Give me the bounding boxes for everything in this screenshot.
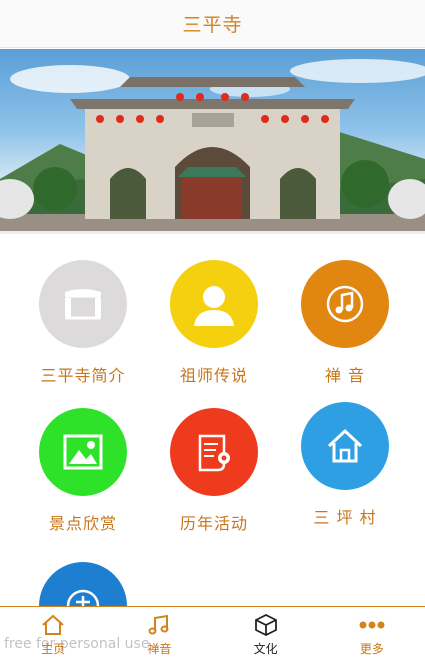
- storefront-icon: [65, 289, 101, 320]
- menu-item-zen-music[interactable]: 禅 音: [285, 260, 405, 386]
- menu-circle[interactable]: [170, 408, 258, 496]
- tab-label: 主页: [41, 642, 66, 656]
- music-note-icon: [326, 285, 364, 323]
- menu-label: 景点欣赏: [48, 514, 117, 533]
- cube-icon: [254, 613, 277, 637]
- home-outline-icon: [42, 614, 64, 635]
- picture-icon: [63, 434, 103, 470]
- menu-item-poem[interactable]: [23, 562, 143, 606]
- menu-circle[interactable]: [39, 408, 127, 496]
- temple-gate-illustration: [0, 59, 425, 231]
- menu-circle[interactable]: [170, 260, 258, 348]
- home-icon: [327, 428, 363, 463]
- menu-grid: 三平寺简介 祖师传说 禅 音 景点欣赏 历年活动 三 坪 村: [0, 234, 425, 606]
- tab-culture[interactable]: 文化: [213, 607, 319, 661]
- menu-label: 禅 音: [324, 366, 366, 385]
- menu-label: 祖师传说: [179, 366, 248, 385]
- menu-item-legend[interactable]: 祖师传说: [154, 260, 274, 386]
- menu-item-intro[interactable]: 三平寺简介: [23, 260, 143, 386]
- menu-item-scenery[interactable]: 景点欣赏: [23, 408, 143, 534]
- tab-more[interactable]: 更多: [319, 607, 425, 661]
- menu-circle[interactable]: [301, 402, 389, 490]
- tab-home[interactable]: 主页: [0, 607, 106, 661]
- menu-circle[interactable]: [39, 260, 127, 348]
- music-notes-icon: [148, 614, 169, 635]
- poem-icon: [66, 589, 100, 606]
- more-dots-icon: [359, 621, 385, 629]
- menu-circle[interactable]: [301, 260, 389, 348]
- menu-item-sanping-village[interactable]: 三 坪 村: [285, 402, 405, 528]
- person-icon: [194, 286, 234, 326]
- page-title: 三平寺: [182, 14, 243, 36]
- tab-label: 更多: [359, 642, 384, 656]
- tab-label: 禅音: [147, 642, 172, 656]
- scroll-icon: [198, 434, 230, 472]
- menu-label: 三 坪 村: [313, 508, 377, 527]
- banner-image[interactable]: [0, 49, 425, 231]
- bottom-tab-bar: 主页 禅音 文化 更多: [0, 606, 425, 661]
- tab-label: 文化: [253, 642, 278, 656]
- menu-label: 三平寺简介: [40, 366, 126, 385]
- menu-label: 历年活动: [179, 514, 248, 533]
- menu-item-events[interactable]: 历年活动: [154, 408, 274, 534]
- menu-circle[interactable]: [39, 562, 127, 606]
- top-bar: 三平寺: [0, 0, 425, 48]
- tab-zen-music[interactable]: 禅音: [106, 607, 212, 661]
